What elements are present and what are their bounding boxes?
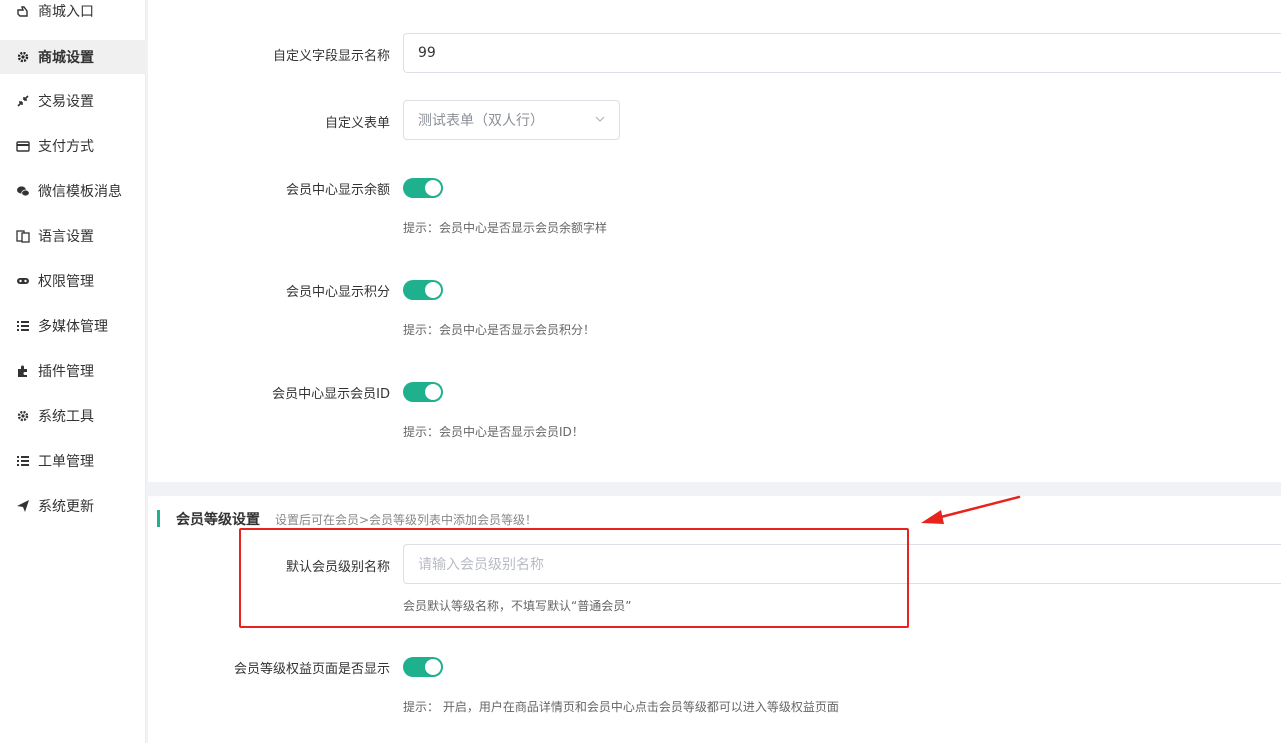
sidebar-item-system-update[interactable]: 系统更新	[0, 489, 146, 523]
sidebar-item-label: 交易设置	[38, 94, 94, 110]
show-points-hint: 提示：会员中心是否显示会员积分！	[403, 323, 596, 337]
show-id-toggle[interactable]	[403, 382, 443, 402]
sidebar-item-label: 插件管理	[38, 364, 94, 380]
custom-form-select[interactable]: 测试表单（双人行）	[403, 100, 620, 140]
list-icon	[16, 454, 30, 468]
show-points-label: 会员中心显示积分	[285, 285, 390, 300]
sidebar-item-mall-entry[interactable]: 商城入口	[0, 0, 146, 28]
sidebar-item-label: 商城入口	[38, 4, 94, 20]
compress-arrows-icon	[16, 94, 30, 108]
annotation-arrow-icon	[921, 495, 1021, 524]
sidebar-item-system-tools[interactable]: 系统工具	[0, 399, 146, 433]
sidebar-item-plugins[interactable]: 插件管理	[0, 354, 146, 388]
chevron-down-icon	[595, 112, 605, 128]
show-id-label: 会员中心显示会员ID	[272, 387, 390, 402]
level-page-hint: 提示： 开启，用户在商品详情页和会员中心点击会员等级都可以进入等级权益页面	[403, 700, 839, 714]
sidebar-item-language[interactable]: 语言设置	[0, 219, 146, 253]
list-icon	[16, 319, 30, 333]
puzzle-icon	[16, 364, 30, 378]
highlight-annotation-box	[239, 528, 909, 628]
section-accent-bar	[157, 510, 160, 527]
sidebar-item-label: 语言设置	[38, 229, 94, 245]
sidebar-item-label: 商城设置	[38, 50, 94, 66]
gear-icon	[16, 50, 30, 64]
credit-card-icon	[16, 139, 30, 153]
sidebar-item-payment[interactable]: 支付方式	[0, 129, 146, 163]
custom-field-label: 自定义字段显示名称	[272, 49, 390, 64]
level-page-toggle[interactable]	[403, 657, 443, 677]
sidebar-item-label: 工单管理	[38, 454, 94, 470]
sidebar-item-tickets[interactable]: 工单管理	[0, 444, 146, 478]
sidebar-item-mall-settings[interactable]: 商城设置	[0, 40, 146, 74]
gear-icon	[16, 409, 30, 423]
sidebar-item-trade-settings[interactable]: 交易设置	[0, 84, 146, 118]
sidebar-item-permissions[interactable]: 权限管理	[0, 264, 146, 298]
level-page-label: 会员等级权益页面是否显示	[233, 662, 390, 677]
show-points-toggle[interactable]	[403, 280, 443, 300]
mask-icon	[16, 274, 30, 288]
sidebar-item-label: 系统工具	[38, 409, 94, 425]
custom-form-selected: 测试表单（双人行）	[418, 113, 544, 129]
sidebar: 商城入口 商城设置 交易设置 支付方式 微信模板消息 语言设置 权限管理 多媒体…	[0, 0, 146, 743]
sidebar-item-wechat-template[interactable]: 微信模板消息	[0, 174, 146, 208]
sidebar-item-label: 支付方式	[38, 139, 94, 155]
show-id-hint: 提示：会员中心是否显示会员ID！	[403, 425, 584, 439]
section-description: 设置后可在会员>会员等级列表中添加会员等级！	[275, 513, 538, 527]
section-title: 会员等级设置	[176, 512, 260, 528]
show-balance-hint: 提示：会员中心是否显示会员余额字样	[403, 221, 608, 235]
language-icon	[16, 229, 30, 243]
show-balance-toggle[interactable]	[403, 178, 443, 198]
sidebar-item-label: 系统更新	[38, 499, 94, 515]
sidebar-item-label: 权限管理	[38, 274, 94, 290]
sidebar-item-label: 多媒体管理	[38, 319, 108, 335]
sidebar-item-label: 微信模板消息	[38, 184, 122, 200]
hand-point-icon	[16, 4, 30, 18]
paper-plane-icon	[16, 499, 30, 513]
custom-field-input[interactable]: 99	[403, 33, 1281, 73]
wechat-icon	[16, 184, 30, 198]
sidebar-item-media[interactable]: 多媒体管理	[0, 309, 146, 343]
show-balance-label: 会员中心显示余额	[285, 183, 390, 198]
custom-form-label: 自定义表单	[324, 116, 390, 131]
